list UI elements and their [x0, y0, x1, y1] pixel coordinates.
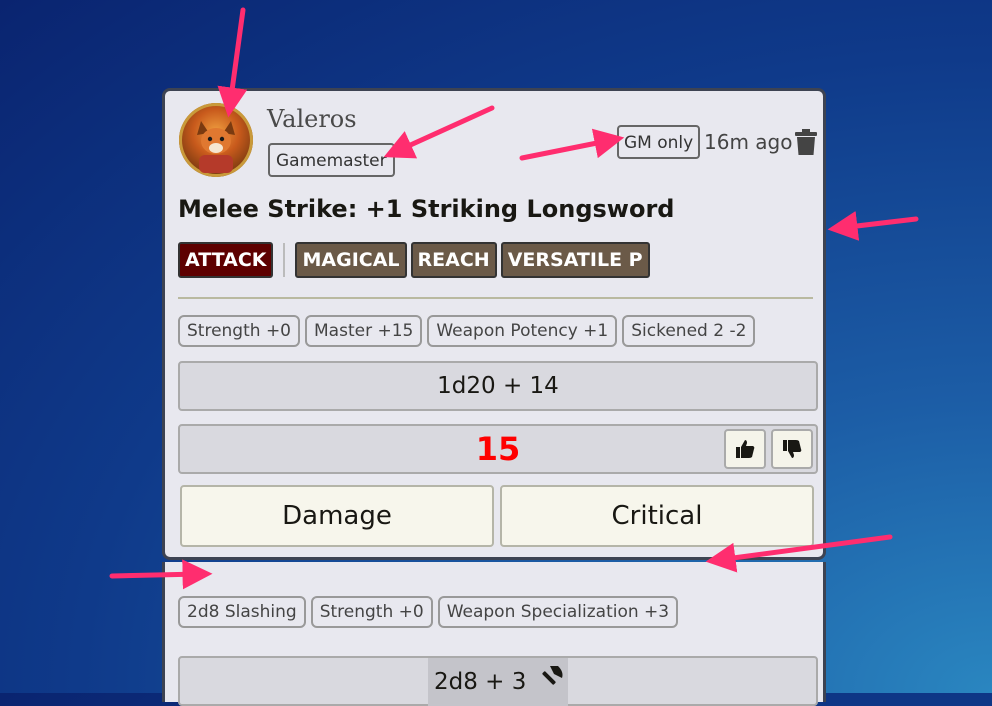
damage-button[interactable]: Damage: [180, 485, 494, 547]
visibility-badge: GM only: [617, 125, 701, 159]
modifier-list: Strength +0 Master +15 Weapon Potency +1…: [178, 315, 756, 347]
tag-versatile-p[interactable]: VERSATILE P: [500, 242, 650, 278]
modifier-tag: Sickened 2 -2: [622, 315, 756, 347]
roll-total: 15: [475, 430, 521, 468]
actor-name: Valeros: [267, 105, 357, 133]
modifier-tag: Weapon Potency +1: [427, 315, 618, 347]
tag-attack[interactable]: ATTACK: [178, 242, 274, 278]
annotation-arrow: [827, 211, 919, 241]
thumbs-up-icon: [736, 440, 755, 458]
thumbs-down-icon: [783, 440, 802, 458]
tag-magical[interactable]: MAGICAL: [295, 242, 407, 278]
damage-roll-formula[interactable]: 2d8 + 3: [178, 656, 818, 706]
damage-formula-text: 2d8 + 3: [434, 669, 527, 695]
roll-total-bar: 15: [178, 424, 818, 474]
modifier-tag: Master +15: [305, 315, 423, 347]
author-badge: Gamemaster: [268, 143, 395, 177]
modifier-tag: 2d8 Slashing: [178, 596, 306, 628]
modifier-tag: Weapon Specialization +3: [437, 596, 679, 628]
roll-formula[interactable]: 1d20 + 14: [178, 361, 818, 411]
tag-reach[interactable]: REACH: [410, 242, 497, 278]
critical-button[interactable]: Critical: [500, 485, 814, 547]
axe-icon: [542, 666, 563, 685]
message-title: Melee Strike: +1 Striking Longsword: [178, 195, 675, 223]
message-timestamp: 16m ago: [704, 130, 793, 154]
tag-separator: [283, 243, 286, 277]
modifier-tag: Strength +0: [310, 596, 433, 628]
damage-message-card: 2d8 Slashing Strength +0 Weapon Speciali…: [162, 562, 826, 706]
thumbs-down-button[interactable]: [771, 429, 813, 469]
trash-icon[interactable]: [795, 129, 817, 155]
fox-portrait-icon: [197, 121, 235, 173]
tags-row: ATTACK MAGICAL REACH VERSATILE P: [178, 242, 650, 278]
divider: [178, 297, 813, 299]
damage-modifier-list: 2d8 Slashing Strength +0 Weapon Speciali…: [178, 596, 679, 628]
thumbs-up-button[interactable]: [724, 429, 766, 469]
modifier-tag: Strength +0: [178, 315, 301, 347]
damage-formula-highlight: 2d8 + 3: [428, 658, 568, 706]
chat-message-card: Valeros Gamemaster GM only 16m ago Melee…: [162, 88, 826, 560]
avatar[interactable]: [179, 103, 253, 177]
